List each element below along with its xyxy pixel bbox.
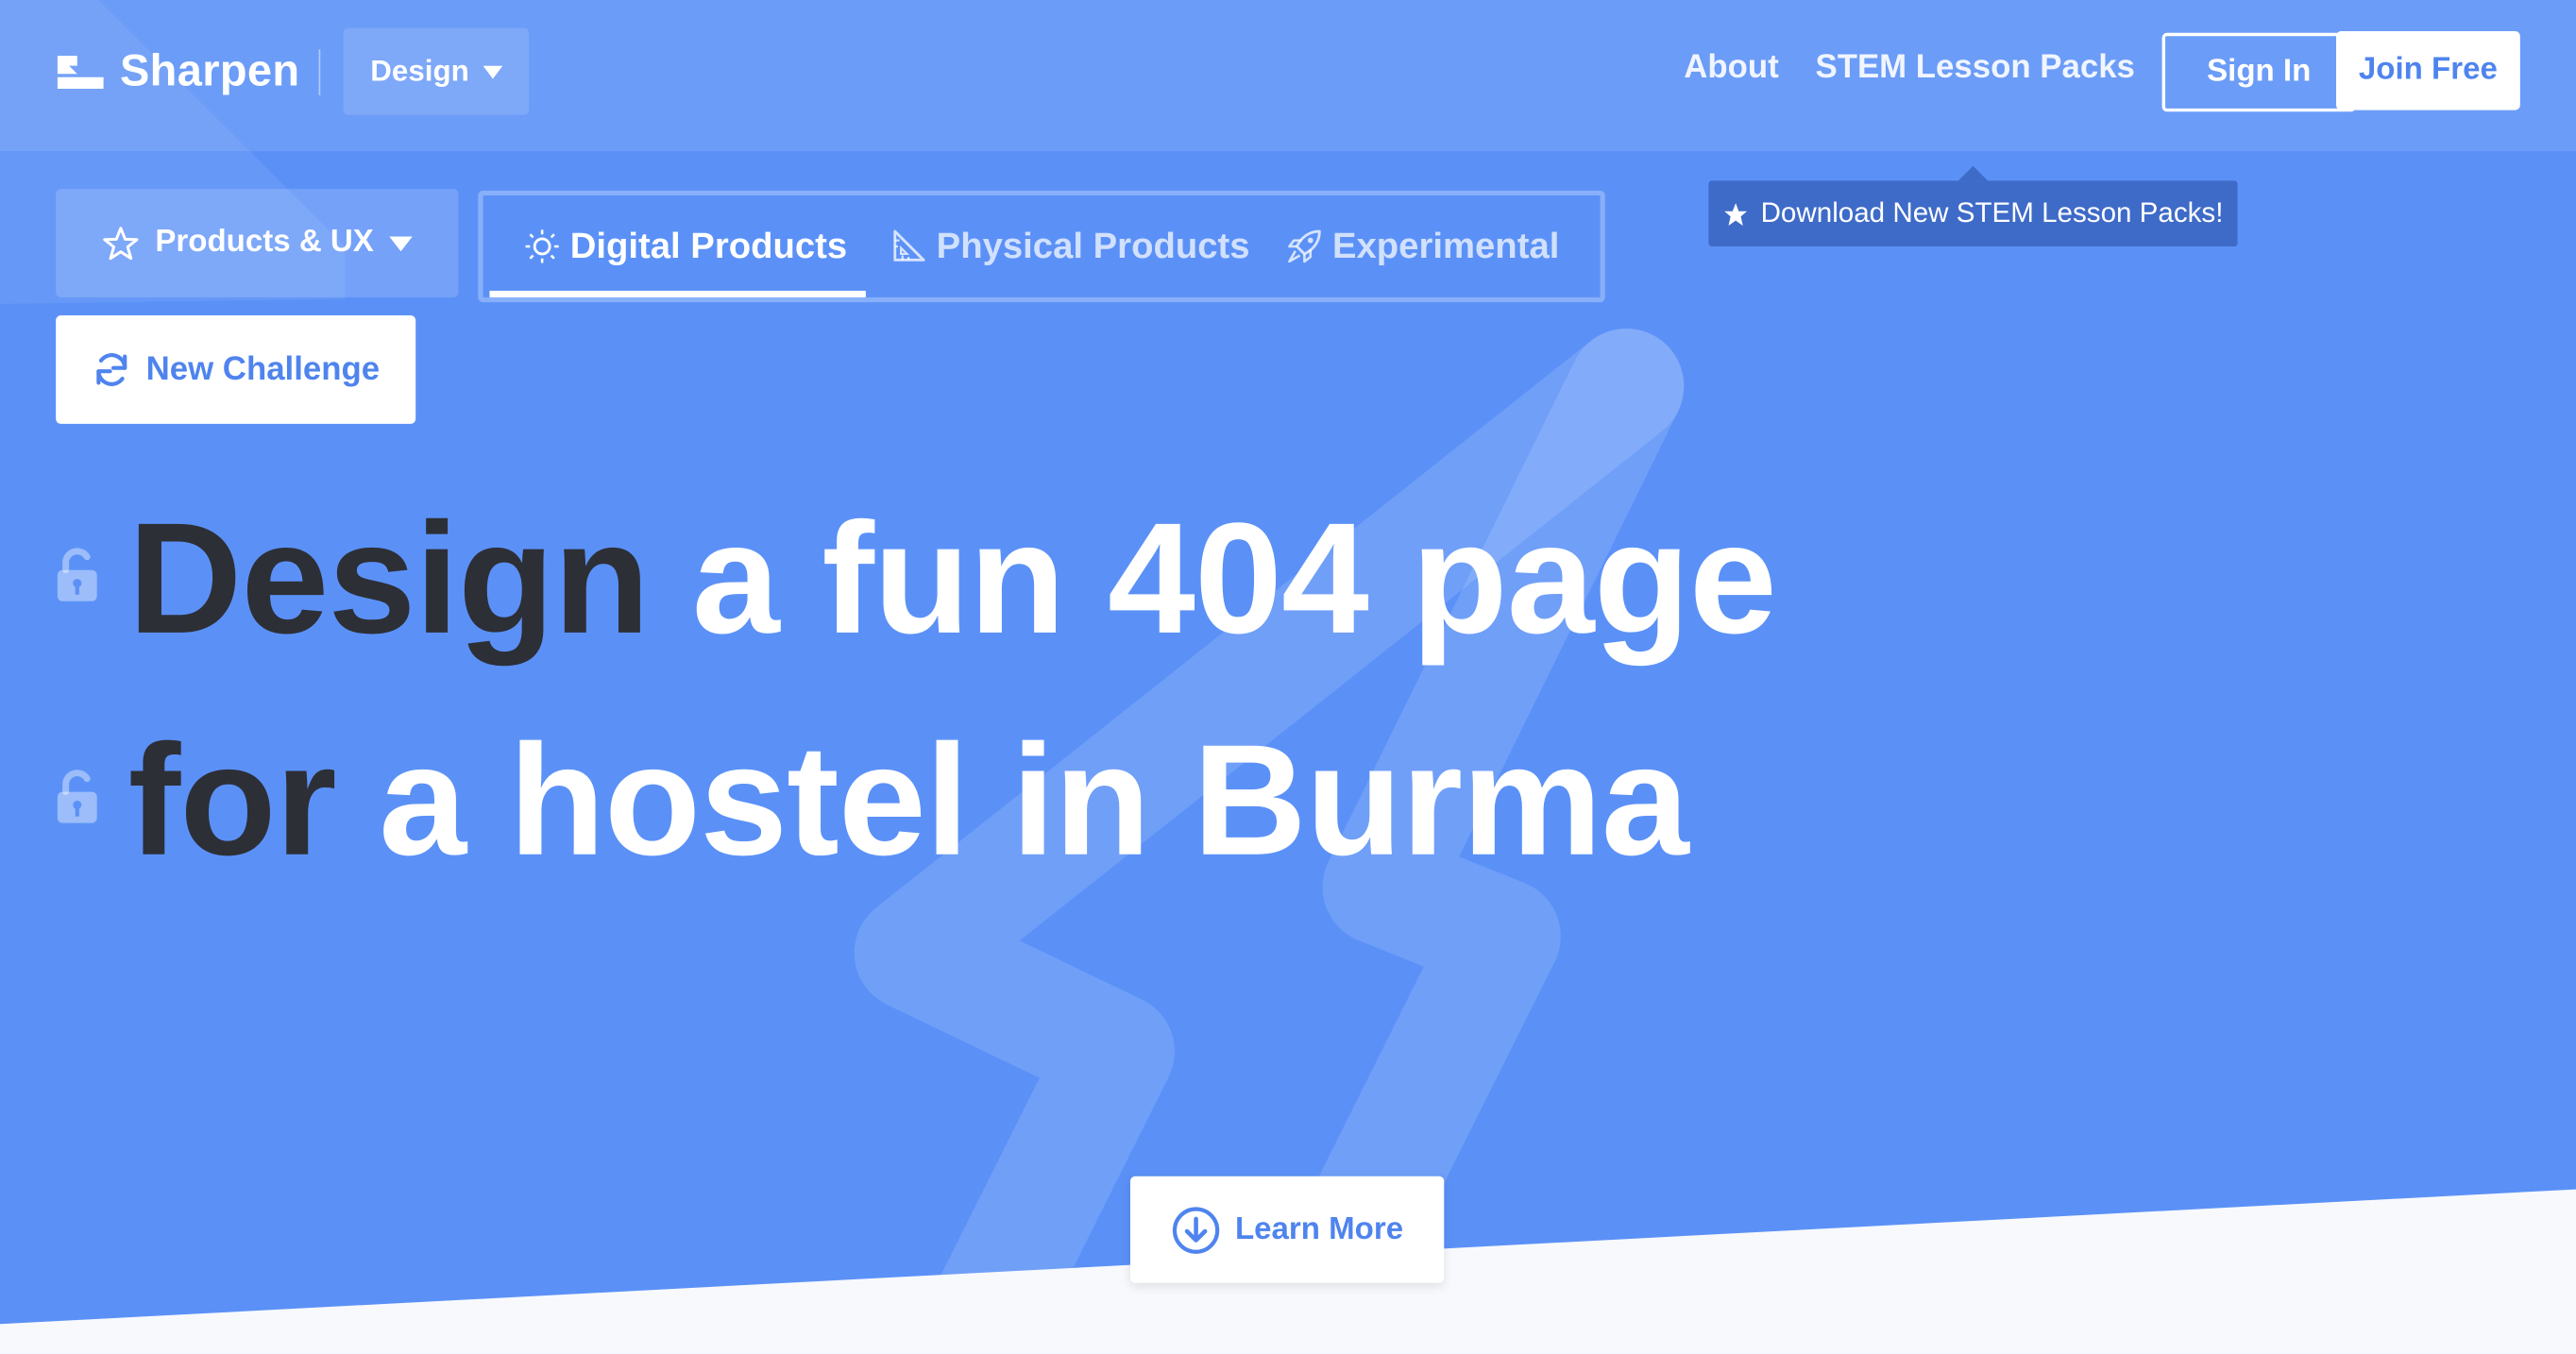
learn-more-label: Learn More [1234, 1211, 1404, 1246]
learn-more-button[interactable]: Learn More [1129, 1176, 1445, 1283]
hero-section: Sharpen Design About STEM Lesson Packs S… [0, 0, 2576, 1354]
arrow-down-circle-icon [1172, 1206, 1219, 1253]
page: Sharpen Design About STEM Lesson Packs S… [0, 0, 2576, 1354]
hero-bottom-slant [0, 1189, 2576, 1354]
